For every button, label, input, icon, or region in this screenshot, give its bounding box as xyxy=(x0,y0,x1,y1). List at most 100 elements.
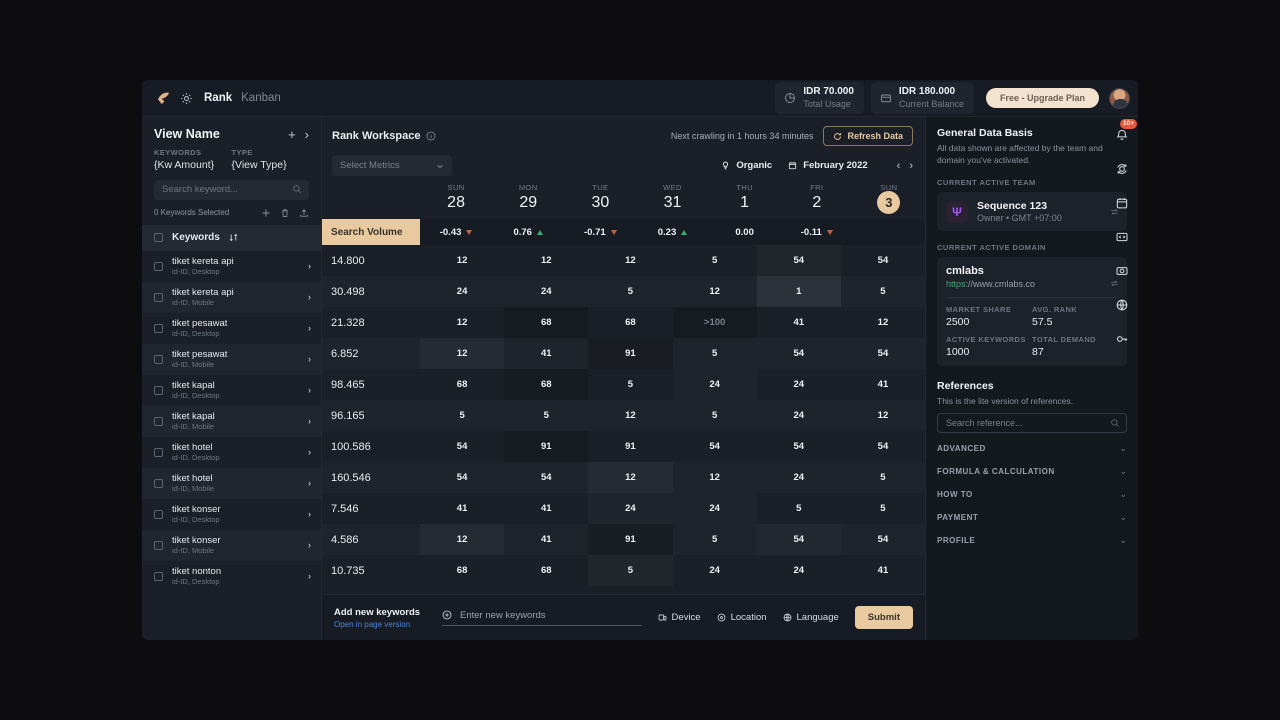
rank-cell[interactable]: 12 xyxy=(420,307,504,338)
row-checkbox[interactable] xyxy=(154,478,163,488)
rank-cell[interactable]: 5 xyxy=(588,369,672,400)
table-row[interactable]: 96.165 5 5 12 5 24 12 xyxy=(322,400,925,431)
location-option[interactable]: Location xyxy=(717,612,767,623)
rank-cell[interactable]: 24 xyxy=(420,276,504,307)
row-checkbox[interactable] xyxy=(154,540,163,550)
chevron-right-icon[interactable]: › xyxy=(308,540,311,550)
bell-icon[interactable]: 10+ xyxy=(1105,118,1138,152)
rank-rows[interactable]: 14.800 12 12 12 5 54 54 30.498 24 24 5 12 1 5 21.328 12… xyxy=(322,245,925,594)
rank-cell[interactable]: 24 xyxy=(757,400,841,431)
rank-cell[interactable]: 5 xyxy=(757,493,841,524)
rank-cell[interactable]: 12 xyxy=(420,338,504,369)
list-item[interactable]: tiket nonton id-ID, Desktop › xyxy=(142,561,321,592)
code-icon[interactable] xyxy=(1105,220,1138,254)
rank-cell[interactable]: 54 xyxy=(420,431,504,462)
chevron-right-icon[interactable]: › xyxy=(308,385,311,395)
rank-cell[interactable]: 12 xyxy=(588,245,672,276)
rank-cell[interactable]: 91 xyxy=(588,524,673,555)
rank-cell[interactable]: 54 xyxy=(420,462,504,493)
rank-cell[interactable]: 12 xyxy=(420,524,504,555)
active-domain-card[interactable]: cmlabs https://www.cmlabs.co MARKET SHAR… xyxy=(937,257,1127,366)
rank-cell[interactable]: 54 xyxy=(841,338,925,369)
chevron-right-icon[interactable]: › xyxy=(308,292,311,302)
submit-button[interactable]: Submit xyxy=(854,606,913,629)
rank-cell[interactable]: 54 xyxy=(757,524,841,555)
accordion-row[interactable]: PAYMENT ⌄ xyxy=(937,508,1127,527)
rank-cell[interactable]: 24 xyxy=(757,555,841,586)
total-usage-chip[interactable]: IDR 70.000 Total Usage xyxy=(775,82,864,114)
rank-cell[interactable]: 5 xyxy=(673,245,757,276)
gear-icon[interactable] xyxy=(180,92,193,105)
plus-icon[interactable] xyxy=(261,208,271,218)
list-item[interactable]: tiket pesawat id-ID, Desktop › xyxy=(142,313,321,344)
rank-cell[interactable]: 5 xyxy=(673,400,757,431)
rank-cell[interactable]: 12 xyxy=(420,245,504,276)
rank-cell[interactable]: 41 xyxy=(420,493,504,524)
list-item[interactable]: tiket konser id-ID, Mobile › xyxy=(142,529,321,561)
reference-accordions[interactable]: ADVANCED ⌄ FORMULA & CALCULATION ⌄ HOW TO ⌄ PA… xyxy=(937,439,1127,550)
accordion-row[interactable]: HOW TO ⌄ xyxy=(937,485,1127,504)
rank-cell[interactable]: 12 xyxy=(588,462,672,493)
date-header-cell[interactable]: FRI 2 xyxy=(781,183,853,219)
rank-cell[interactable]: 68 xyxy=(504,307,589,338)
chevron-right-icon[interactable]: › xyxy=(308,509,311,519)
list-item[interactable]: tiket kapal id-ID, Mobile › xyxy=(142,405,321,437)
table-row[interactable]: 100.586 54 91 91 54 54 54 xyxy=(322,431,925,462)
rank-cell[interactable]: 1 xyxy=(756,276,841,307)
camera-icon[interactable] xyxy=(1105,254,1138,288)
accordion-row[interactable]: FORMULA & CALCULATION ⌄ xyxy=(937,462,1127,481)
rank-cell[interactable]: 91 xyxy=(588,431,672,462)
rank-cell[interactable]: 54 xyxy=(757,431,841,462)
refresh-data-button[interactable]: Refresh Data xyxy=(823,126,913,146)
current-balance-chip[interactable]: IDR 180.000 Current Balance xyxy=(870,82,974,114)
rank-cell[interactable]: 12 xyxy=(841,307,925,338)
list-item[interactable]: tiket kapal id-ID, Desktop › xyxy=(142,375,321,406)
chevron-right-icon[interactable]: › xyxy=(305,128,309,141)
plus-icon[interactable]: + xyxy=(288,128,296,141)
rank-cell[interactable]: >100 xyxy=(672,307,757,338)
select-all-checkbox[interactable] xyxy=(154,233,163,242)
row-checkbox[interactable] xyxy=(154,354,163,364)
calendar-icon[interactable] xyxy=(1105,186,1138,220)
chevron-down-icon[interactable]: ⌄ xyxy=(1119,443,1127,454)
list-item[interactable]: tiket hotel id-ID, Desktop › xyxy=(142,437,321,468)
rank-cell[interactable]: 54 xyxy=(841,245,925,276)
globe-icon[interactable] xyxy=(1105,288,1138,322)
accordion-row[interactable]: ADVANCED ⌄ xyxy=(937,439,1127,458)
rank-cell[interactable]: 5 xyxy=(841,462,925,493)
prev-month-button[interactable]: ‹ xyxy=(897,160,901,172)
list-item[interactable]: tiket kereta api id-ID, Mobile › xyxy=(142,281,321,313)
chevron-right-icon[interactable]: › xyxy=(308,447,311,457)
active-team-card[interactable]: Ψ Sequence 123 Owner • GMT +07:00 xyxy=(937,192,1127,231)
date-header-cell[interactable]: SUN 28 xyxy=(420,183,492,219)
rank-cell[interactable]: 54 xyxy=(757,338,841,369)
key-icon[interactable] xyxy=(1105,322,1138,356)
rank-cell[interactable]: 54 xyxy=(757,245,841,276)
new-keyword-input[interactable] xyxy=(460,609,642,621)
row-checkbox[interactable] xyxy=(154,509,163,519)
rank-cell[interactable]: 54 xyxy=(841,524,925,555)
language-option[interactable]: Language xyxy=(783,612,839,623)
upgrade-plan-button[interactable]: Free - Upgrade Plan xyxy=(985,88,1099,108)
sync-icon[interactable] xyxy=(1105,152,1138,186)
date-header-cell[interactable]: SUN 3 xyxy=(853,183,925,219)
upload-icon[interactable] xyxy=(299,208,309,218)
rank-cell[interactable]: 5 xyxy=(588,555,672,586)
rank-cell[interactable]: 68 xyxy=(504,555,588,586)
rank-cell[interactable]: 24 xyxy=(504,276,588,307)
rank-cell[interactable]: 5 xyxy=(841,276,925,307)
date-header-cell[interactable]: THU 1 xyxy=(709,183,781,219)
rank-cell[interactable]: 91 xyxy=(504,431,589,462)
rank-cell[interactable]: 41 xyxy=(504,524,588,555)
table-row[interactable]: 30.498 24 24 5 12 1 5 xyxy=(322,276,925,307)
rank-cell[interactable]: 24 xyxy=(757,369,841,400)
rank-cell[interactable]: 5 xyxy=(841,493,925,524)
rank-cell[interactable]: 54 xyxy=(841,431,925,462)
rank-cell[interactable]: 5 xyxy=(588,276,672,307)
table-row[interactable]: 10.735 68 68 5 24 24 41 xyxy=(322,555,925,586)
trash-icon[interactable] xyxy=(280,208,290,218)
table-row[interactable]: 7.546 41 41 24 24 5 5 xyxy=(322,493,925,524)
rank-cell[interactable]: 68 xyxy=(504,369,589,400)
rank-cell[interactable]: 24 xyxy=(673,369,757,400)
device-option[interactable]: Device xyxy=(658,612,701,623)
